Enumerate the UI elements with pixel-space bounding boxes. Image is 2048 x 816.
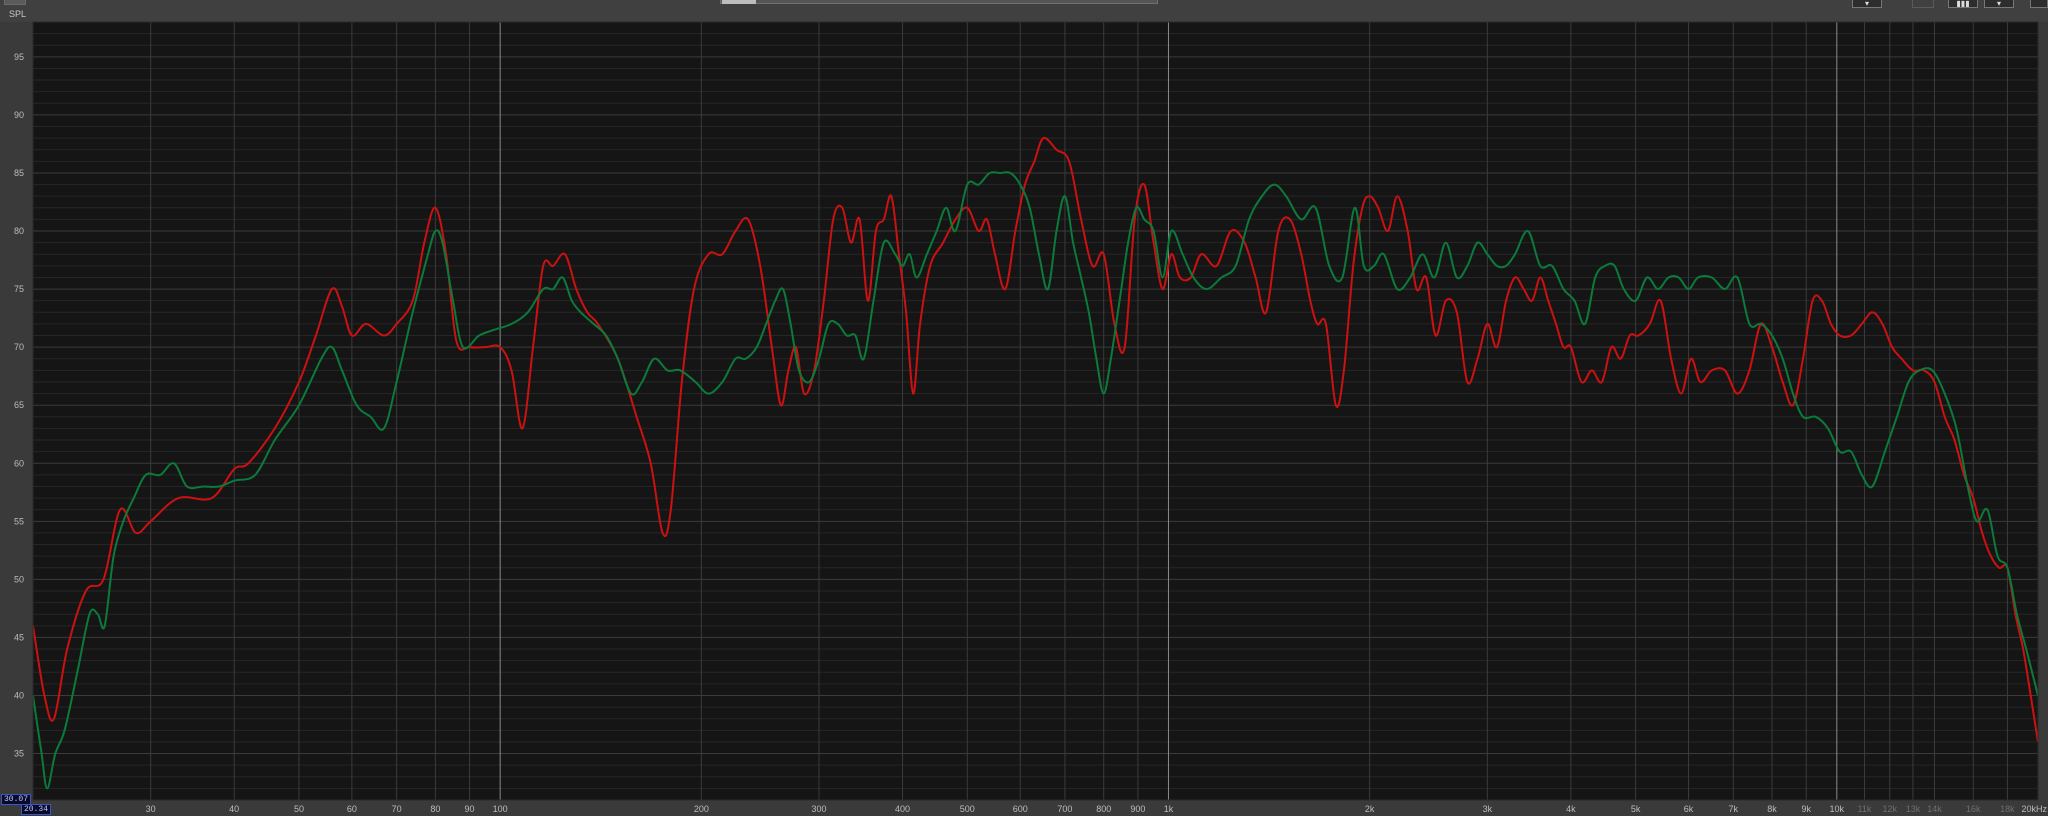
y-tick-label: 55 [14,516,24,526]
y-tick-label: 85 [14,168,24,178]
y-tick-label: 40 [14,690,24,700]
x-tick-label: 400 [895,804,910,814]
x-tick-label: 7k [1729,804,1739,814]
x-tick-label: 4k [1566,804,1576,814]
x-tick-label: 60 [347,804,357,814]
y-tick-label: 45 [14,632,24,642]
cursor-x-readout: 20.34 [21,804,52,815]
x-tick-label: 11k [1858,804,1872,814]
y-tick-label: 90 [14,110,24,120]
y-tick-label: 65 [14,400,24,410]
x-tick-label: 13k [1906,804,1921,814]
x-tick-label: 70 [392,804,402,814]
x-tick-label: 50 [294,804,304,814]
x-tick-label: 600 [1013,804,1028,814]
x-tick-label: 900 [1130,804,1145,814]
x-tick-label: 9k [1801,804,1811,814]
x-axis-ticks: 30 40 50 60 70 80 90 100 200 300 400 500 600 700 800 90… [146,804,2048,814]
plot-area [33,22,2038,800]
x-tick-label: 30 [146,804,156,814]
frequency-response-chart[interactable]: 35 40 45 50 55 60 65 70 75 80 85 90 95 30 40 50 60 70 80 9… [0,0,2048,816]
x-tick-label: 6k [1684,804,1694,814]
x-tick-label: 10k [1830,804,1845,814]
x-tick-label: 2k [1365,804,1375,814]
x-tick-label: 100 [493,804,508,814]
x-tick-label: 200 [694,804,709,814]
y-tick-label: 50 [14,574,24,584]
x-tick-label: 500 [960,804,975,814]
x-tick-label: 3k [1483,804,1493,814]
x-tick-label: 18k [2000,804,2015,814]
x-tick-label: 300 [812,804,827,814]
y-tick-label: 70 [14,342,24,352]
x-tick-label: 8k [1767,804,1777,814]
y-tick-label: 80 [14,226,24,236]
y-tick-label: 35 [14,749,24,759]
y-tick-label: 95 [14,52,24,62]
x-tick-label: 14k [1927,804,1942,814]
x-tick-label: 1k [1164,804,1174,814]
x-tick-label: 16k [1966,804,1981,814]
y-tick-label: 60 [14,458,24,468]
x-tick-label: 80 [430,804,440,814]
x-tick-label: 800 [1096,804,1111,814]
x-tick-label: 40 [229,804,239,814]
y-axis-ticks: 35 40 45 50 55 60 65 70 75 80 85 90 95 [14,52,24,759]
y-tick-label: 75 [14,284,24,294]
x-tick-label: 5k [1631,804,1641,814]
x-tick-label: 90 [465,804,475,814]
x-tick-label: 700 [1057,804,1072,814]
x-tick-label: 12k [1882,804,1897,814]
x-tick-label: 20kHz [2021,804,2047,814]
